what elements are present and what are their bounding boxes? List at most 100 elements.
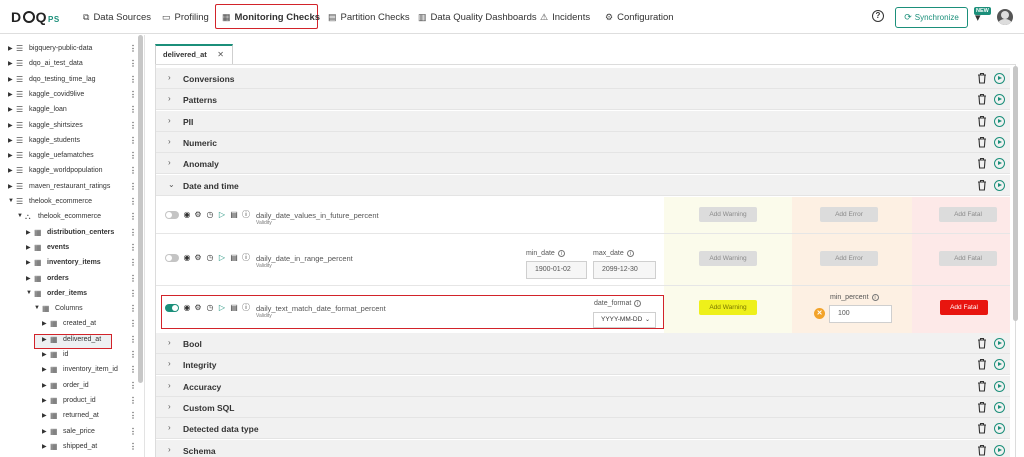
info-icon[interactable]: ⓘ <box>242 211 250 219</box>
chevron-right-icon[interactable]: › <box>168 359 171 368</box>
chevron-right-icon[interactable]: ▶ <box>42 351 47 358</box>
check-category-row[interactable]: › Anomaly <box>156 153 1010 175</box>
chevron-right-icon[interactable]: › <box>168 338 171 347</box>
trash-icon[interactable] <box>977 157 987 169</box>
more-options-icon[interactable]: ⋮ <box>129 182 137 191</box>
chevron-right-icon[interactable]: ▶ <box>8 106 13 113</box>
add-error-button[interactable]: Add Error <box>820 251 878 266</box>
trash-icon[interactable] <box>977 401 987 413</box>
tree-node[interactable]: ▼ ⛬ thelook_ecommerce ⋮ <box>0 210 138 225</box>
trash-icon[interactable] <box>977 179 987 191</box>
nav-monitoring-checks[interactable]: ▦ Monitoring Checks <box>222 10 320 24</box>
add-fatal-button[interactable]: Add Fatal <box>939 207 997 222</box>
tab-delivered-at[interactable]: delivered_at ✕ <box>155 44 233 64</box>
run-check-icon[interactable] <box>994 180 1005 191</box>
tree-node[interactable]: ▶ ☰ kaggle_covid9live ⋮ <box>0 88 138 103</box>
chevron-right-icon[interactable]: ▶ <box>8 60 13 67</box>
run-check-icon[interactable] <box>994 359 1005 371</box>
tree-node[interactable]: ▶ ▦ order_id ⋮ <box>0 379 138 394</box>
more-options-icon[interactable]: ⋮ <box>129 166 137 175</box>
run-check-icon[interactable] <box>994 401 1005 413</box>
tree-node[interactable]: ▶ ▦ returned_at ⋮ <box>0 409 138 424</box>
more-options-icon[interactable]: ⋮ <box>129 59 137 68</box>
info-icon[interactable]: ⓘ <box>242 254 250 262</box>
date-format-select[interactable]: YYYY-MM-DD ⌄ <box>593 312 656 328</box>
tree-node[interactable]: ▼ ☰ thelook_ecommerce ⋮ <box>0 195 138 210</box>
more-options-icon[interactable]: ⋮ <box>129 212 137 221</box>
run-check-icon[interactable] <box>994 380 1005 392</box>
check-category-row[interactable]: › Conversions <box>156 68 1010 89</box>
chevron-right-icon[interactable]: ▶ <box>8 91 13 98</box>
more-options-icon[interactable]: ⋮ <box>129 396 137 405</box>
tree-node[interactable]: ▶ ☰ dqo_ai_test_data ⋮ <box>0 57 138 72</box>
max-date-input[interactable]: 2099-12-30 <box>593 261 656 279</box>
more-options-icon[interactable]: ⋮ <box>129 442 137 451</box>
clock-icon[interactable]: ◷ <box>206 254 214 262</box>
chevron-right-icon[interactable]: ▶ <box>26 275 31 282</box>
add-error-button[interactable]: Add Error <box>820 207 878 222</box>
min-percent-input[interactable]: 100 <box>829 305 892 323</box>
chevron-right-icon[interactable]: ▶ <box>42 443 47 450</box>
info-icon[interactable]: ⓘ <box>242 304 250 312</box>
run-check-icon[interactable] <box>994 338 1005 349</box>
more-options-icon[interactable]: ⋮ <box>129 136 137 145</box>
chevron-right-icon[interactable]: ▶ <box>26 229 31 236</box>
trash-icon[interactable] <box>977 115 987 127</box>
add-warning-button[interactable]: Add Warning <box>699 251 757 266</box>
run-check-icon[interactable] <box>994 115 1005 127</box>
tree-node[interactable]: ▶ ☰ kaggle_worldpopulation ⋮ <box>0 164 138 179</box>
tree-node[interactable]: ▶ ▦ id ⋮ <box>0 348 138 363</box>
clock-icon[interactable]: ◷ <box>206 304 214 312</box>
chevron-right-icon[interactable]: ▶ <box>26 244 31 251</box>
tree-node[interactable]: ▼ ▦ order_items ⋮ <box>0 287 138 302</box>
results-table-icon[interactable]: ▤ <box>230 211 238 219</box>
more-options-icon[interactable]: ⋮ <box>129 228 137 237</box>
more-options-icon[interactable]: ⋮ <box>129 121 137 130</box>
chevron-right-icon[interactable]: ▶ <box>8 122 13 129</box>
tree-node[interactable]: ▼ ▦ Columns ⋮ <box>0 302 138 317</box>
sidebar-scrollbar[interactable] <box>138 35 143 383</box>
more-options-icon[interactable]: ⋮ <box>129 151 137 160</box>
results-table-icon[interactable]: ▤ <box>230 254 238 262</box>
chevron-down-icon[interactable]: ▼ <box>8 198 14 204</box>
tree-node[interactable]: ▶ ☰ dqo_testing_time_lag ⋮ <box>0 73 138 88</box>
more-options-icon[interactable]: ⋮ <box>129 44 137 53</box>
chevron-right-icon[interactable]: ▶ <box>42 397 47 404</box>
trash-icon[interactable] <box>977 337 987 349</box>
run-check-icon[interactable] <box>994 136 1005 148</box>
info-icon[interactable]: i <box>557 250 565 257</box>
trash-icon[interactable] <box>977 444 987 456</box>
chevron-right-icon[interactable]: ▶ <box>8 167 13 174</box>
chevron-down-icon[interactable]: ▼ <box>34 305 40 311</box>
more-options-icon[interactable]: ⋮ <box>129 381 137 390</box>
tree-node[interactable]: ▶ ☰ bigquery-public-data ⋮ <box>0 42 138 57</box>
record-icon[interactable]: ◉ <box>183 211 191 219</box>
chevron-right-icon[interactable]: ▶ <box>42 428 47 435</box>
run-check-icon[interactable]: ▷ <box>218 254 226 262</box>
more-options-icon[interactable]: ⋮ <box>129 274 137 283</box>
chevron-right-icon[interactable]: › <box>168 445 171 454</box>
more-options-icon[interactable]: ⋮ <box>129 365 137 374</box>
clock-icon[interactable]: ◷ <box>206 211 214 219</box>
tree-node[interactable]: ▶ ☰ kaggle_students ⋮ <box>0 134 138 149</box>
help-icon[interactable]: ? <box>872 10 884 22</box>
run-check-icon[interactable]: ▷ <box>218 211 226 219</box>
chevron-right-icon[interactable]: ▶ <box>8 45 13 52</box>
tree-node[interactable]: ▶ ▦ distribution_centers ⋮ <box>0 226 138 241</box>
tree-node[interactable]: ▶ ▦ inventory_item_id ⋮ <box>0 363 138 378</box>
chevron-down-icon[interactable]: ▼ <box>17 213 23 219</box>
run-check-icon[interactable] <box>994 94 1005 106</box>
info-icon[interactable]: i <box>871 294 879 301</box>
more-options-icon[interactable]: ⋮ <box>129 243 137 252</box>
chevron-right-icon[interactable]: ▶ <box>8 183 13 190</box>
add-fatal-button[interactable]: Add Fatal <box>939 251 997 266</box>
chevron-right-icon[interactable]: ▶ <box>42 320 47 327</box>
dqops-logo[interactable]: D QPS <box>11 9 60 25</box>
record-icon[interactable]: ◉ <box>183 254 191 262</box>
tree-node[interactable]: ▶ ☰ kaggle_loan ⋮ <box>0 103 138 118</box>
chevron-right-icon[interactable]: › <box>168 94 171 103</box>
chevron-right-icon[interactable]: › <box>168 137 171 146</box>
more-options-icon[interactable]: ⋮ <box>129 411 137 420</box>
nav-configuration[interactable]: ⚙ Configuration <box>605 10 674 24</box>
more-options-icon[interactable]: ⋮ <box>129 90 137 99</box>
